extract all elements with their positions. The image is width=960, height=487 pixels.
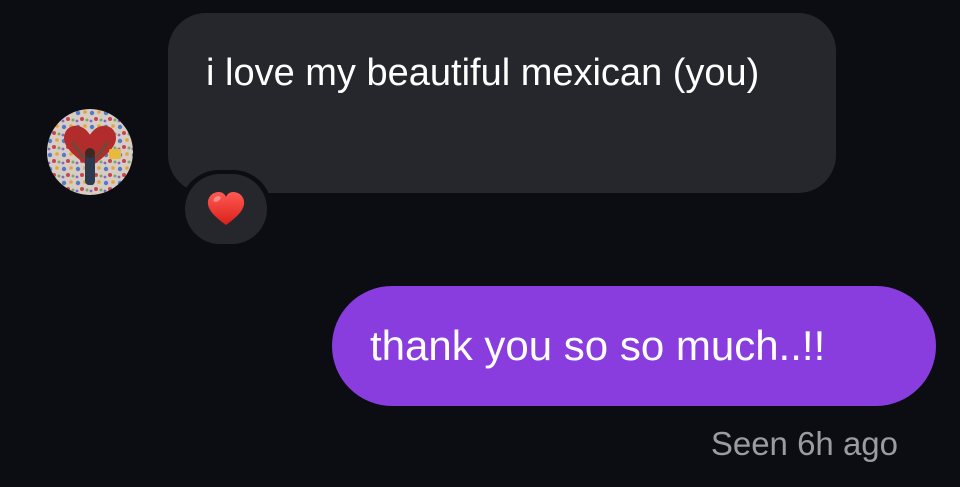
dm-thread: { "thread": { "incoming_message": { "tex… (0, 0, 960, 487)
seen-status: Seen 6h ago (710, 425, 898, 462)
reaction-badge (185, 174, 267, 244)
message-reaction[interactable] (180, 170, 272, 248)
profile-photo-icon (47, 109, 133, 195)
incoming-message-text: i love my beautiful mexican (you) (206, 52, 760, 94)
outgoing-message-text: thank you so so much..!! (370, 322, 826, 369)
outgoing-message-bubble[interactable]: thank you so so much..!! (332, 286, 936, 406)
sender-avatar[interactable] (47, 109, 133, 195)
heart-icon (207, 192, 245, 225)
incoming-message-bubble[interactable]: i love my beautiful mexican (you) (168, 13, 836, 193)
